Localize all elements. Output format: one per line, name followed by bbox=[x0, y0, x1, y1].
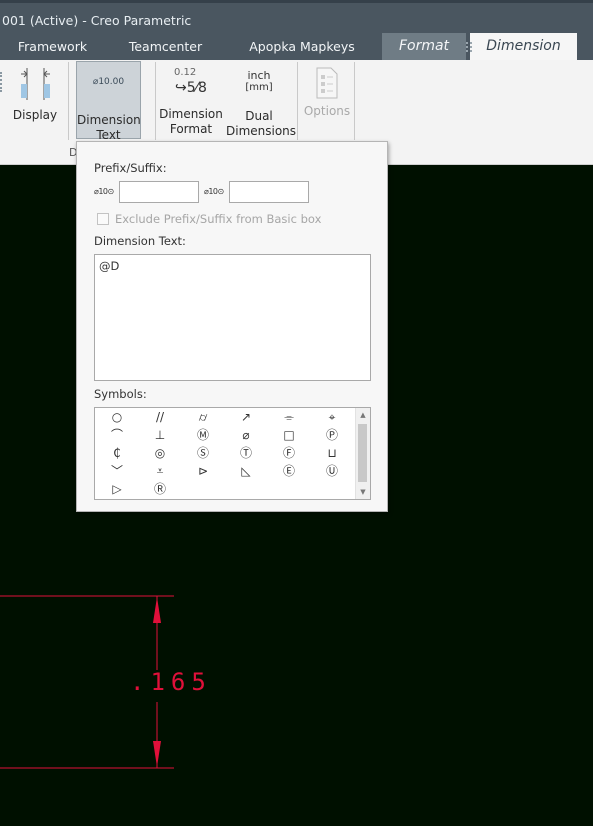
concentricity-symbol[interactable]: ◎ bbox=[147, 445, 173, 461]
prefix-icon: ⌀10⊙ bbox=[94, 187, 114, 196]
tab-grip bbox=[470, 42, 474, 52]
dimension-text-label: Dimension Text: bbox=[94, 234, 186, 248]
symbols-scrollbar[interactable]: ▲ ▼ bbox=[355, 408, 370, 499]
prefix-input[interactable] bbox=[119, 181, 199, 203]
ribbon-separator bbox=[354, 62, 355, 140]
parallelism-symbol[interactable]: // bbox=[147, 409, 173, 425]
ribbon-tabs: Framework Teamcenter Apopka Mapkeys Form… bbox=[0, 33, 593, 60]
tab-apopka-mapkeys[interactable]: Apopka Mapkeys bbox=[240, 33, 364, 60]
exclude-prefix-suffix-checkbox[interactable] bbox=[97, 213, 109, 225]
suffix-input[interactable] bbox=[229, 181, 309, 203]
dimension-text-icon: ⌀10.00 bbox=[92, 77, 125, 87]
free-state-symbol[interactable]: Ⓕ bbox=[276, 445, 302, 461]
position-symbol[interactable]: ⌖ bbox=[319, 409, 345, 425]
dimension-value[interactable]: .165 bbox=[130, 668, 212, 696]
display-label: Display bbox=[12, 108, 58, 122]
dimension-text-label-1: Dimension bbox=[77, 113, 141, 127]
runout-symbol[interactable]: ↗ bbox=[233, 409, 259, 425]
dimension-format-icon-bottom: ↪5⁄8 bbox=[175, 80, 207, 96]
conical-taper-symbol[interactable]: ⊳ bbox=[190, 463, 216, 479]
ribbon-separator bbox=[155, 62, 156, 140]
exclude-prefix-suffix-label: Exclude Prefix/Suffix from Basic box bbox=[115, 212, 322, 226]
dual-dimensions-icon-bottom: [mm] bbox=[245, 82, 273, 93]
dimension-text-popup: Prefix/Suffix: ⌀10⊙ ⌀10⊙ Exclude Prefix/… bbox=[76, 141, 388, 512]
tangent-plane-symbol[interactable]: Ⓣ bbox=[233, 445, 259, 461]
suffix-icon: ⌀10⊙ bbox=[204, 187, 224, 196]
scroll-thumb[interactable] bbox=[358, 424, 367, 482]
display-icon bbox=[21, 68, 50, 100]
tab-teamcenter[interactable]: Teamcenter bbox=[118, 33, 213, 60]
symbols-label: Symbols: bbox=[94, 387, 147, 401]
prefix-suffix-label: Prefix/Suffix: bbox=[94, 161, 167, 175]
scroll-down-icon[interactable]: ▼ bbox=[356, 486, 370, 498]
left-edge-icon bbox=[0, 72, 5, 92]
centerline-symbol[interactable]: ₵ bbox=[104, 445, 130, 461]
dual-dimensions-button[interactable]: inch [mm] Dual Dimensions bbox=[226, 62, 297, 140]
radius-symbol[interactable]: Ⓡ bbox=[147, 481, 173, 497]
window-title: 001 (Active) - Creo Parametric bbox=[0, 0, 593, 33]
symbols-palette: ○ // ⌭ ↗ ⌯ ⌖ ⌒ ⊥ Ⓜ ⌀ □ Ⓟ ₵ ◎ Ⓢ Ⓣ Ⓕ ⊔ ﹀ ⩡… bbox=[94, 407, 371, 500]
projected-zone-symbol[interactable]: Ⓟ bbox=[319, 427, 345, 443]
slope-symbol[interactable]: ◺ bbox=[233, 463, 259, 479]
scroll-up-icon[interactable]: ▲ bbox=[356, 409, 370, 421]
cylindricity-symbol[interactable]: ⌭ bbox=[190, 409, 216, 425]
dimension-format-icon-top: 0.12 bbox=[174, 67, 197, 78]
tab-framework[interactable]: Framework bbox=[0, 33, 105, 60]
dual-dimensions-icon-top: inch bbox=[247, 69, 271, 82]
rfs-symbol[interactable]: Ⓢ bbox=[190, 445, 216, 461]
dimension-text-button[interactable]: ⌀10.00 Dimension Text bbox=[76, 61, 141, 142]
dual-dimensions-label-2: Dimensions bbox=[226, 124, 297, 138]
dual-dimensions-label-1: Dual bbox=[245, 109, 273, 123]
dimension-text-input[interactable]: @D bbox=[94, 254, 371, 381]
profile-line-symbol[interactable]: ⌒ bbox=[104, 427, 130, 443]
diameter-symbol[interactable]: ⌀ bbox=[233, 427, 259, 443]
countersink-symbol[interactable]: ﹀ bbox=[104, 463, 130, 479]
dimension-format-label-1: Dimension bbox=[159, 107, 223, 121]
options-label: Options bbox=[303, 104, 351, 118]
triangle-symbol[interactable]: ▷ bbox=[104, 481, 130, 497]
depth-symbol[interactable]: ⩡ bbox=[147, 463, 173, 479]
ribbon-separator bbox=[297, 62, 298, 140]
square-symbol[interactable]: □ bbox=[276, 427, 302, 443]
dimension-format-button[interactable]: 0.12 ↪5⁄8 Dimension Format bbox=[158, 62, 224, 140]
counterbore-symbol[interactable]: ⊔ bbox=[319, 445, 345, 461]
tab-dimension[interactable]: Dimension bbox=[470, 33, 577, 60]
dimension-format-label-2: Format bbox=[169, 122, 213, 136]
circularity-symbol[interactable]: ○ bbox=[104, 409, 130, 425]
symmetry-symbol[interactable]: ⌯ bbox=[276, 409, 302, 425]
perpendicularity-symbol[interactable]: ⊥ bbox=[147, 427, 173, 443]
mmc-symbol[interactable]: Ⓜ bbox=[190, 427, 216, 443]
unequal-bilateral-symbol[interactable]: Ⓤ bbox=[319, 463, 345, 479]
ribbon-separator bbox=[68, 62, 69, 140]
display-button[interactable]: Display bbox=[10, 62, 60, 140]
tab-format[interactable]: Format bbox=[382, 33, 466, 60]
options-button[interactable]: Options bbox=[301, 62, 353, 140]
envelope-symbol[interactable]: Ⓔ bbox=[276, 463, 302, 479]
options-icon bbox=[316, 67, 338, 99]
